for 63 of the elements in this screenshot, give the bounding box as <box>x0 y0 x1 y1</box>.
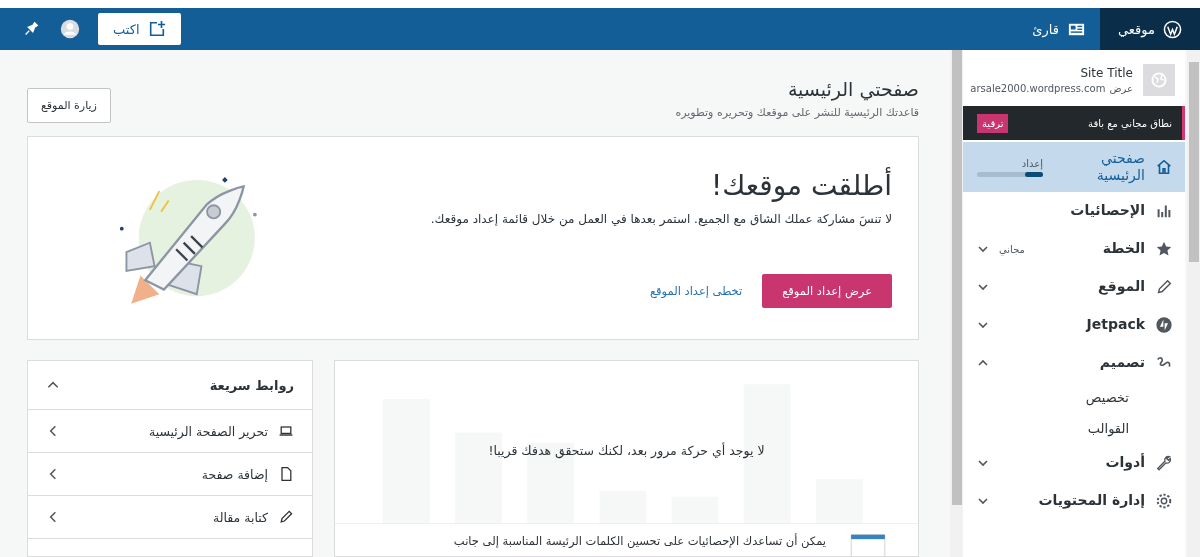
sidebar-item[interactable]: Jetpack <box>963 306 1185 344</box>
setup-label: إعداد <box>1021 157 1043 169</box>
upgrade-button[interactable]: ترقية <box>977 113 1009 133</box>
upgrade-text: نطاق مجاني مع باقة <box>1088 117 1172 129</box>
sidebar-item[interactable]: الإحصائيات <box>963 192 1185 230</box>
sidebar-item[interactable]: تصميم <box>963 344 1185 382</box>
skip-setup-link[interactable]: تخطى إعداد الموقع <box>649 283 743 298</box>
sidebar-item[interactable]: إدارة المحتويات <box>963 482 1185 520</box>
quick-links-title: روابط سريعة <box>209 377 294 393</box>
item-label: Jetpack <box>1086 316 1145 334</box>
wordpress-icon <box>1163 19 1182 39</box>
add-post-icon <box>147 20 166 38</box>
plan-label: مجاني <box>999 243 1025 255</box>
chevron-down-icon[interactable] <box>977 243 989 255</box>
quick-link[interactable]: إضافة صفحة <box>28 453 312 496</box>
pencil-icon <box>278 509 294 525</box>
item-label: إدارة المحتويات <box>1038 492 1145 510</box>
wrench-icon <box>1155 454 1173 472</box>
item-label: صفحتي الرئيسية <box>1095 149 1145 185</box>
submenu-item[interactable]: القوالب <box>963 413 1185 444</box>
scrollbar-thumb[interactable] <box>951 50 962 505</box>
launch-title: أطلقت موقعك! <box>710 168 892 202</box>
item-label: الإحصائيات <box>1070 202 1145 220</box>
item-label: الخطة <box>1102 240 1145 258</box>
item-label: الموقع <box>1098 278 1145 296</box>
site-title[interactable]: Site Title <box>1080 66 1133 80</box>
submenu-item[interactable]: تخصيص <box>963 382 1185 413</box>
no-traffic-message: لا يوجد أي حركة مرور بعد، لكنك ستحقق هدفك قريبا! <box>488 442 765 458</box>
write-button[interactable]: اكتب <box>98 13 181 45</box>
sidebar-item[interactable]: الموقع <box>963 268 1185 306</box>
sidebar-item[interactable]: صفحتي الرئيسية إعداد <box>963 142 1185 192</box>
pencil-icon <box>1155 278 1173 296</box>
quick-link[interactable]: تحرير الصفحة الرئيسية <box>28 410 312 453</box>
avatar-icon[interactable] <box>60 19 80 39</box>
item-label: تصميم <box>1099 354 1145 372</box>
visit-site-button[interactable]: زيارة الموقع <box>27 88 111 123</box>
scrollbar[interactable] <box>1187 50 1200 557</box>
view-setup-button[interactable]: عرض إعداد الموقع <box>762 273 892 308</box>
top-tab[interactable]: موقعي <box>1100 8 1200 50</box>
globe-icon <box>1143 64 1175 96</box>
quick-link[interactable]: كتابة مقالة <box>28 496 312 539</box>
star-icon <box>1155 240 1173 258</box>
site-url[interactable]: arsale2000.wordpress.com <box>970 83 1106 94</box>
home-icon <box>1155 158 1173 176</box>
chevron-down-icon[interactable] <box>977 457 989 469</box>
chevron-down-icon[interactable] <box>977 281 989 293</box>
item-label: أدوات <box>1105 454 1145 472</box>
laptop-icon <box>278 423 294 439</box>
page-title: صفحتي الرئيسية <box>786 78 919 100</box>
gear-icon <box>1155 492 1173 510</box>
top-tab[interactable]: قارئ <box>1018 8 1100 50</box>
scrollbar[interactable] <box>950 50 963 557</box>
page-subtitle: قاعدتك الرئيسية للنشر على موقعك وتحريره وتطويره <box>675 106 919 119</box>
chevron-down-icon[interactable] <box>977 319 989 331</box>
chevron-down-icon[interactable] <box>977 495 989 507</box>
scrollbar-thumb[interactable] <box>1188 62 1199 262</box>
launch-text: لا تنسَ مشاركة عملك الشاق مع الجميع. استمر بعدها في العمل من خلال قائمة إعداد موقعك. <box>430 211 892 226</box>
sidebar-item[interactable]: أدوات <box>963 444 1185 482</box>
page-icon <box>278 466 294 482</box>
sidebar-item[interactable]: الخطة مجاني <box>963 230 1185 268</box>
jetpack-icon <box>1155 316 1173 334</box>
stats-tip: يمكن أن تساعدك الإحصائيات على تحسين الكلمات الرئيسة المناسبة إلى جانب <box>453 534 826 548</box>
view-label: عرض <box>1109 83 1133 94</box>
